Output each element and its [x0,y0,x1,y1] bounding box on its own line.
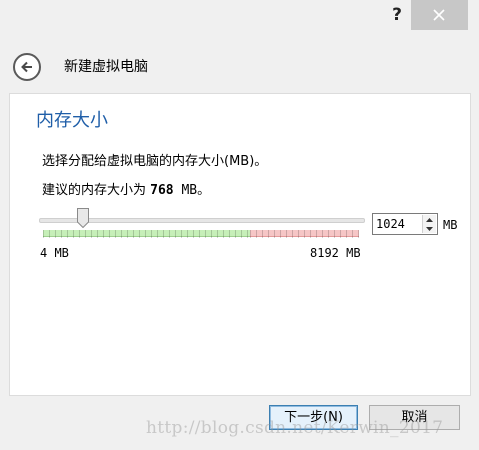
recommended-value: 768 [150,183,174,198]
help-button[interactable]: ? [384,4,410,26]
memory-description: 选择分配给虚拟电脑的内存大小(MB)。 [42,154,268,169]
close-button[interactable] [411,0,468,30]
max-memory-label: 8192 MB [310,246,361,260]
recommend-suffix: MB。 [173,183,211,198]
wizard-title: 新建虚拟电脑 [64,59,148,75]
memory-slider-thumb[interactable] [77,208,89,229]
watermark-text: http://blog.csdn.net/Kerwin_2017 [146,418,444,438]
memory-input[interactable] [373,214,421,234]
close-icon [433,9,445,21]
back-button[interactable] [13,53,41,81]
spin-down-icon[interactable] [423,224,436,233]
content-panel: 内存大小 选择分配给虚拟电脑的内存大小(MB)。 建议的内存大小为 768 MB… [9,93,471,396]
memory-scale [43,230,359,238]
recommended-range-bar [43,230,250,238]
min-memory-label: 4 MB [40,246,69,260]
back-arrow-icon [21,61,32,73]
memory-spinbox[interactable] [372,213,438,235]
spin-up-icon[interactable] [423,215,436,224]
recommended-memory-text: 建议的内存大小为 768 MB。 [42,182,210,200]
spin-arrows[interactable] [422,215,436,233]
excessive-range-bar [249,230,359,238]
recommend-prefix: 建议的内存大小为 [42,183,151,198]
page-title: 内存大小 [36,110,108,131]
memory-unit-label: MB [443,218,458,232]
